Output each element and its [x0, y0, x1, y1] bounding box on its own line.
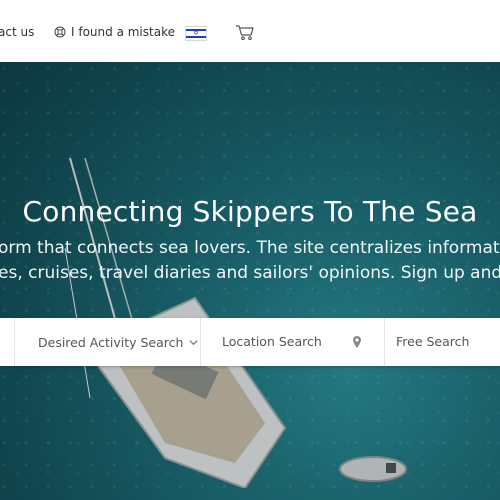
hero-description-line-2: es, cruises, travel diaries and sailors'… [0, 263, 500, 283]
top-navigation-bar: act us I found a mistake ✡ [0, 0, 500, 62]
desired-activity-label: Desired Activity Search [38, 334, 184, 350]
search-bar-left-segment[interactable] [0, 318, 15, 366]
flag-stripe-bottom [186, 36, 206, 38]
free-search-label: Free Search [396, 334, 470, 349]
hero-banner: Connecting Skippers To The Sea orm that … [0, 62, 500, 500]
free-search[interactable]: Free Search [384, 318, 500, 366]
cart-icon[interactable] [235, 24, 255, 41]
hero-description-line-1: orm that connects sea lovers. The site c… [0, 238, 500, 258]
location-search-label: Location Search [222, 334, 322, 349]
map-pin-icon [353, 336, 361, 348]
israel-flag-icon[interactable]: ✡ [185, 26, 207, 41]
report-mistake-label: I found a mistake [71, 25, 175, 39]
hero-description: orm that connects sea lovers. The site c… [0, 236, 500, 292]
lifebuoy-icon [54, 26, 66, 38]
chevron-down-icon[interactable] [189, 338, 198, 347]
contact-us-link[interactable]: act us [0, 25, 34, 39]
search-bar: Desired Activity Search Location Search … [0, 318, 500, 366]
hero-title: Connecting Skippers To The Sea [22, 195, 478, 228]
desired-activity-search[interactable]: Desired Activity Search [14, 318, 201, 366]
report-mistake-link[interactable]: I found a mistake [54, 25, 175, 39]
location-search[interactable]: Location Search [200, 318, 385, 366]
